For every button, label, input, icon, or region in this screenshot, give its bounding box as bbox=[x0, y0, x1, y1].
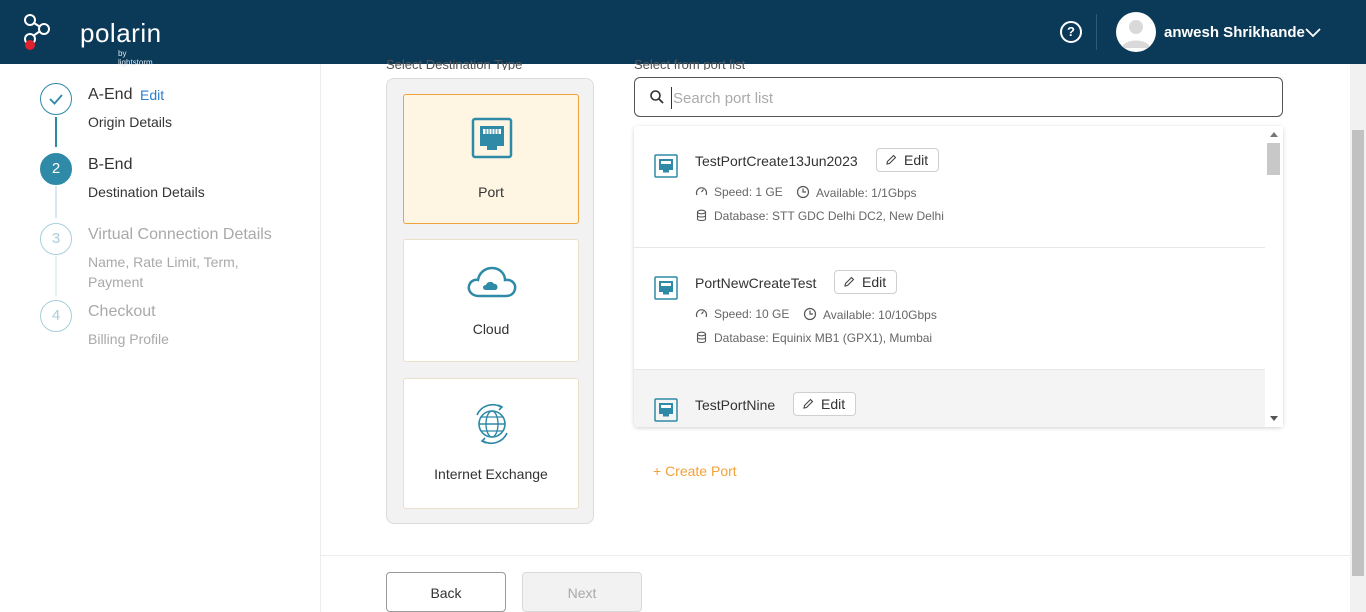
edit-label: Edit bbox=[862, 274, 887, 290]
port-available: Available: 1/1Gbps bbox=[796, 185, 917, 200]
step-1-check-icon bbox=[40, 83, 72, 115]
clock-icon bbox=[803, 307, 817, 321]
step-2-subtitle: Destination Details bbox=[88, 184, 205, 200]
step-3-subtitle-line2: Payment bbox=[88, 274, 144, 290]
database-icon bbox=[696, 331, 707, 344]
step-connector bbox=[55, 256, 57, 296]
globe-exchange-icon bbox=[476, 403, 508, 445]
port-database: Database: Equinix MB1 (GPX1), Mumbai bbox=[695, 331, 932, 345]
destination-option-port[interactable]: Port bbox=[403, 94, 579, 224]
page-scroll-thumb[interactable] bbox=[1352, 130, 1364, 576]
back-button[interactable]: Back bbox=[386, 572, 506, 612]
step-2-title: B-End bbox=[88, 156, 133, 173]
scroll-up-icon[interactable] bbox=[1265, 129, 1283, 141]
brand-name: polarin bbox=[80, 18, 162, 48]
destination-option-label: Cloud bbox=[472, 321, 510, 337]
ethernet-port-icon bbox=[471, 117, 513, 159]
edit-port-button[interactable]: Edit bbox=[876, 148, 940, 172]
clock-icon bbox=[796, 185, 810, 199]
top-header: polarin by lightstorm ? anwesh Shrikhand… bbox=[0, 0, 1366, 67]
step-4-subtitle: Billing Profile bbox=[88, 331, 169, 347]
step-4-title: Checkout bbox=[88, 303, 156, 320]
step-1-edit-link[interactable]: Edit bbox=[140, 87, 164, 103]
speedometer-icon bbox=[695, 309, 708, 318]
list-item[interactable]: TestPortNine Edit bbox=[634, 370, 1265, 427]
scroll-down-icon[interactable] bbox=[1265, 412, 1283, 424]
step-3-number: 3 bbox=[40, 223, 72, 255]
step-4-number: 4 bbox=[40, 300, 72, 332]
ethernet-port-icon bbox=[654, 398, 678, 422]
step-3-title: Virtual Connection Details bbox=[88, 226, 272, 243]
help-icon[interactable]: ? bbox=[1060, 21, 1082, 43]
search-icon bbox=[650, 90, 664, 104]
polarin-logo[interactable]: polarin by lightstorm bbox=[22, 12, 161, 67]
port-name: PortNewCreateTest bbox=[695, 275, 817, 291]
step-1-title: A-End bbox=[88, 86, 133, 103]
port-database: Database: STT GDC Delhi DC2, New Delhi bbox=[695, 209, 944, 223]
step-2-number: 2 bbox=[40, 153, 72, 185]
logo-mark-icon bbox=[24, 14, 50, 50]
destination-type-label: Select Destination Type bbox=[386, 57, 523, 70]
header-divider bbox=[1096, 14, 1097, 50]
pencil-icon bbox=[886, 154, 897, 165]
edit-label: Edit bbox=[821, 396, 846, 412]
speedometer-icon bbox=[695, 187, 708, 196]
step-1-subtitle: Origin Details bbox=[88, 114, 173, 130]
pencil-icon bbox=[844, 276, 855, 287]
edit-port-button[interactable]: Edit bbox=[793, 392, 857, 416]
avatar[interactable] bbox=[1116, 12, 1156, 52]
step-connector bbox=[55, 117, 57, 147]
destination-option-cloud[interactable]: Cloud bbox=[403, 239, 579, 362]
port-speed: Speed: 10 GE bbox=[695, 307, 789, 321]
list-item[interactable]: TestPortCreate13Jun2023 Edit Speed: 1 GE… bbox=[634, 126, 1265, 248]
create-port-link[interactable]: + Create Port bbox=[653, 463, 737, 479]
edit-label: Edit bbox=[904, 152, 929, 168]
next-button[interactable]: Next bbox=[522, 572, 642, 612]
port-name: TestPortNine bbox=[695, 397, 776, 413]
user-avatar-icon bbox=[1122, 20, 1150, 48]
chevron-down-icon[interactable] bbox=[1303, 22, 1323, 42]
port-list[interactable]: TestPortCreate13Jun2023 Edit Speed: 1 GE… bbox=[634, 126, 1283, 427]
destination-option-label: Internet Exchange bbox=[434, 466, 548, 482]
destination-option-internet-exchange[interactable]: Internet Exchange bbox=[403, 378, 579, 509]
port-list-scroll-thumb[interactable] bbox=[1267, 143, 1280, 175]
step-connector bbox=[55, 186, 57, 218]
pencil-icon bbox=[803, 398, 814, 409]
step-3-subtitle-line1: Name, Rate Limit, Term, bbox=[88, 254, 239, 270]
ethernet-port-icon bbox=[654, 276, 678, 300]
cloud-icon bbox=[467, 266, 517, 298]
user-name[interactable]: anwesh Shrikhande bbox=[1164, 24, 1305, 41]
stepper-sidebar: A-End Edit Origin Details 2 B-End Destin… bbox=[0, 64, 321, 612]
port-name: TestPortCreate13Jun2023 bbox=[695, 153, 858, 169]
ethernet-port-icon bbox=[654, 154, 678, 178]
search-input[interactable] bbox=[671, 87, 1261, 109]
edit-port-button[interactable]: Edit bbox=[834, 270, 898, 294]
database-icon bbox=[696, 209, 707, 222]
destination-option-label: Port bbox=[478, 184, 504, 200]
port-search-box bbox=[634, 77, 1283, 117]
port-list-label: Select from port list bbox=[634, 57, 746, 70]
port-speed: Speed: 1 GE bbox=[695, 185, 783, 199]
destination-type-panel: Port Cloud Internet Exchange bbox=[386, 78, 594, 524]
port-available: Available: 10/10Gbps bbox=[803, 307, 937, 322]
list-item[interactable]: PortNewCreateTest Edit Speed: 10 GE Avai… bbox=[634, 248, 1265, 370]
